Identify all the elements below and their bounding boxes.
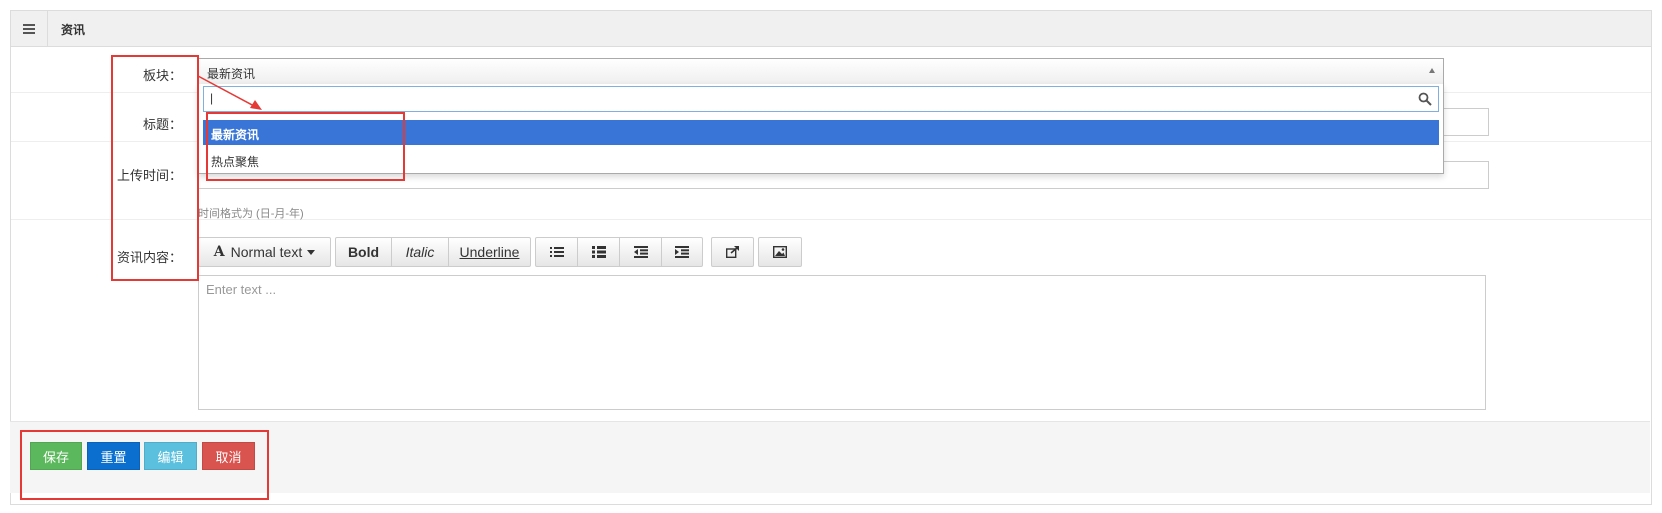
font-style-label: Normal text bbox=[230, 244, 303, 260]
caret-up-icon bbox=[1429, 68, 1435, 73]
section-select[interactable]: 最新资讯 bbox=[198, 58, 1444, 86]
font-icon: A bbox=[213, 244, 225, 260]
image-icon[interactable] bbox=[759, 238, 801, 266]
font-style-dropdown[interactable]: A Normal text bbox=[199, 238, 330, 266]
annotation-box-options bbox=[206, 112, 405, 181]
panel-header: 资讯 bbox=[11, 11, 1651, 47]
list-group bbox=[535, 237, 703, 267]
outdent-icon[interactable] bbox=[619, 238, 661, 266]
dropdown-search-input[interactable]: | bbox=[203, 86, 1439, 112]
link-group bbox=[711, 237, 754, 267]
underline-button[interactable]: Underline bbox=[448, 238, 530, 266]
time-format-help: 时间格式为 (日-月-年) bbox=[198, 208, 304, 220]
section-select-value: 最新资讯 bbox=[207, 67, 256, 81]
content-editor[interactable]: Enter text ... bbox=[198, 275, 1486, 410]
search-icon bbox=[1418, 92, 1432, 106]
indent-icon[interactable] bbox=[661, 238, 702, 266]
italic-button[interactable]: Italic bbox=[391, 238, 448, 266]
caret-down-icon bbox=[307, 249, 316, 255]
bold-button[interactable]: Bold bbox=[336, 238, 391, 266]
panel-title: 资讯 bbox=[61, 23, 86, 37]
unordered-list-icon[interactable] bbox=[536, 238, 577, 266]
ordered-list-icon[interactable] bbox=[577, 238, 619, 266]
hamburger-icon[interactable] bbox=[11, 11, 48, 46]
image-group bbox=[758, 237, 802, 267]
annotation-box-labels bbox=[111, 55, 199, 281]
editor-placeholder: Enter text ... bbox=[206, 282, 277, 297]
font-style-group: A Normal text bbox=[198, 237, 331, 267]
annotation-box-buttons bbox=[20, 430, 269, 500]
search-input-value: | bbox=[210, 91, 214, 105]
emphasis-group: Bold Italic Underline bbox=[335, 237, 531, 267]
share-link-icon[interactable] bbox=[712, 238, 753, 266]
